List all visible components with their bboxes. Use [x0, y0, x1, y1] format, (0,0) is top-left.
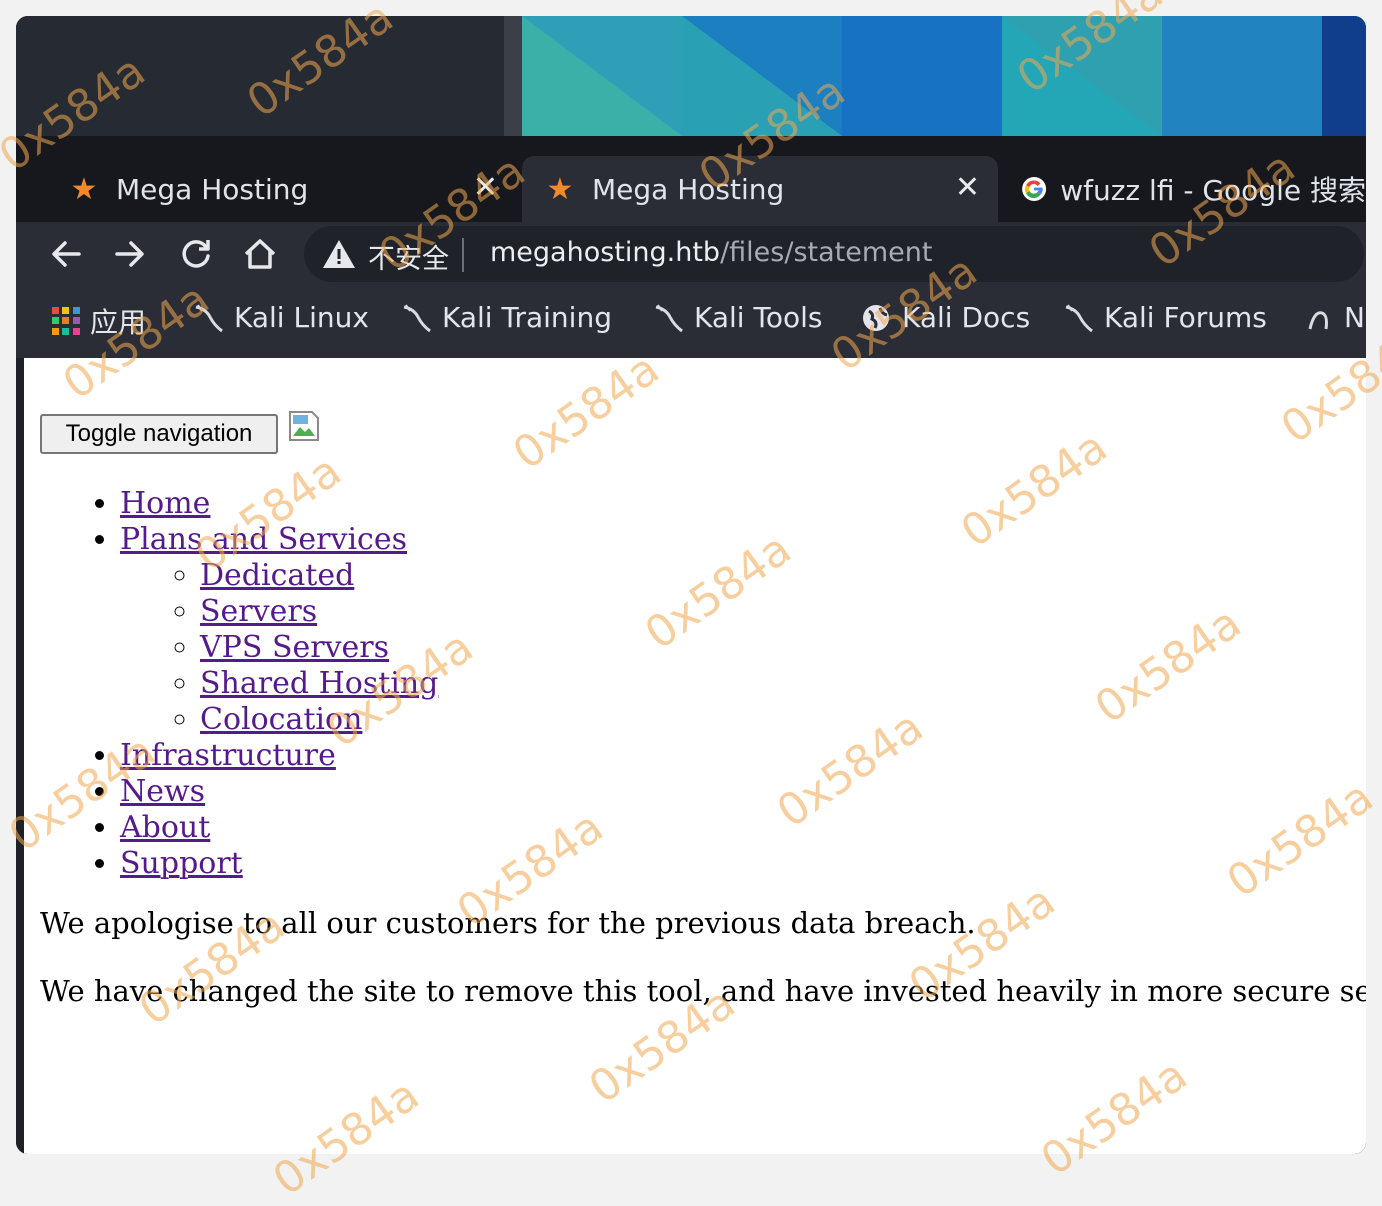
- home-icon: [244, 239, 276, 269]
- nav-item-support: Support: [120, 846, 438, 882]
- back-button[interactable]: [42, 230, 90, 278]
- kali-dragon-icon: [403, 303, 431, 332]
- bookmark-label: Kali Tools: [694, 301, 823, 334]
- nav-link-home[interactable]: Home: [120, 486, 210, 521]
- bookmark-label: Kali Linux: [234, 301, 369, 334]
- forward-button[interactable]: [106, 230, 154, 278]
- security-label: 不安全: [368, 244, 449, 275]
- nav-link-plans[interactable]: Plans and Services: [120, 522, 407, 557]
- bookmark-apps[interactable]: 应用: [52, 301, 146, 341]
- plans-submenu: Dedicated Servers VPS Servers Shared Hos…: [120, 558, 438, 738]
- nav-link-support[interactable]: Support: [120, 846, 243, 881]
- reload-button[interactable]: [172, 230, 220, 278]
- arrow-right-icon: [115, 241, 144, 267]
- bookmark-kali-linux[interactable]: Kali Linux: [192, 301, 369, 334]
- navigation-toolbar: 不安全 megahosting.htb/files/statement: [16, 222, 1366, 286]
- submenu-item: Servers: [200, 594, 438, 630]
- tab-google-search[interactable]: wfuzz lfi - Google 搜索: [1002, 156, 1366, 222]
- bookmark-label: N: [1344, 301, 1365, 334]
- tab-title: wfuzz lfi - Google 搜索: [1060, 174, 1366, 207]
- submenu-item: Colocation: [200, 702, 438, 738]
- bookmark-kali-training[interactable]: Kali Training: [400, 301, 612, 334]
- bookmarks-bar: 应用 Kali Linux Kali Training Kali Tools K…: [16, 286, 1366, 358]
- arrow-left-icon: [52, 241, 81, 267]
- bookmark-label: Kali Forums: [1104, 301, 1267, 334]
- nav-link-dedicated[interactable]: Dedicated: [200, 558, 354, 593]
- close-icon[interactable]: ✕: [473, 170, 498, 205]
- security-update-text: We have changed the site to remove this …: [40, 974, 1366, 1008]
- bookmark-label: Kali Training: [442, 301, 612, 334]
- submenu-item: Shared Hosting: [200, 666, 438, 702]
- broken-image-icon: [289, 411, 319, 441]
- star-icon: ★: [546, 171, 574, 207]
- nav-item-infrastructure: Infrastructure: [120, 738, 438, 774]
- nav-link-vps-servers[interactable]: VPS Servers: [200, 630, 389, 665]
- bookmark-kali-forums[interactable]: Kali Forums: [1062, 301, 1267, 334]
- breach-apology-text: We apologise to all our customers for th…: [40, 906, 976, 940]
- main-nav-list: Home Plans and Services Dedicated Server…: [40, 486, 438, 882]
- desktop-background: [16, 16, 1366, 136]
- bookmark-kali-docs[interactable]: Kali Docs: [860, 301, 1030, 334]
- browser-window: ★ Mega Hosting ✕ ★ Mega Hosting ✕ wfuzz: [16, 16, 1366, 1154]
- nav-link-about[interactable]: About: [120, 810, 210, 845]
- tab-mega-hosting-1[interactable]: ★ Mega Hosting ✕: [46, 156, 516, 222]
- nav-link-infrastructure[interactable]: Infrastructure: [120, 738, 336, 773]
- close-icon[interactable]: ✕: [955, 170, 980, 205]
- nav-item-news: News: [120, 774, 438, 810]
- bookmark-kali-tools[interactable]: Kali Tools: [652, 301, 822, 334]
- submenu-item: Dedicated: [200, 558, 438, 594]
- nav-link-shared-hosting[interactable]: Shared Hosting: [200, 666, 438, 701]
- apps-grid-icon: [52, 307, 80, 335]
- toggle-navigation-button[interactable]: Toggle navigation: [40, 414, 278, 454]
- nav-link-colocation[interactable]: Colocation: [200, 702, 362, 737]
- url-text: megahosting.htb/files/statement: [490, 237, 932, 268]
- star-icon: ★: [70, 171, 98, 207]
- kali-dragon-icon: [1065, 303, 1093, 332]
- bookmark-label: Kali Docs: [902, 301, 1031, 334]
- warning-icon: [323, 240, 355, 268]
- nav-item-home: Home: [120, 486, 438, 522]
- address-bar[interactable]: 不安全 megahosting.htb/files/statement: [304, 226, 1364, 282]
- bookmark-overflow[interactable]: N: [1306, 301, 1365, 334]
- kali-dragon-icon: [655, 303, 683, 332]
- kali-dragon-icon: [1308, 310, 1328, 329]
- bookmark-label: 应用: [90, 306, 147, 339]
- nav-item-plans: Plans and Services Dedicated Servers VPS…: [120, 522, 438, 738]
- web-page-content: Toggle navigation Home Plans and Service…: [24, 358, 1366, 1154]
- submenu-item: VPS Servers: [200, 630, 438, 666]
- tab-mega-hosting-2[interactable]: ★ Mega Hosting ✕: [522, 156, 998, 222]
- google-icon: [1022, 177, 1047, 201]
- browser-chrome: ★ Mega Hosting ✕ ★ Mega Hosting ✕ wfuzz: [16, 136, 1366, 1154]
- tab-strip: ★ Mega Hosting ✕ ★ Mega Hosting ✕ wfuzz: [16, 136, 1366, 222]
- terminal-panel: [16, 16, 504, 136]
- reload-icon: [182, 240, 210, 268]
- panel-separator: [504, 16, 522, 136]
- home-button[interactable]: [236, 230, 284, 278]
- nav-link-servers[interactable]: Servers: [200, 594, 317, 629]
- url-path: /files/statement: [720, 237, 933, 268]
- tab-title: Mega Hosting: [116, 172, 309, 206]
- tab-title: Mega Hosting: [592, 172, 785, 206]
- nav-item-about: About: [120, 810, 438, 846]
- wallpaper: [522, 16, 1366, 136]
- url-host: megahosting.htb: [490, 237, 721, 268]
- kali-dragon-icon: [195, 303, 223, 332]
- globe-icon: [863, 304, 889, 331]
- address-divider: [462, 238, 464, 272]
- nav-link-news[interactable]: News: [120, 774, 205, 809]
